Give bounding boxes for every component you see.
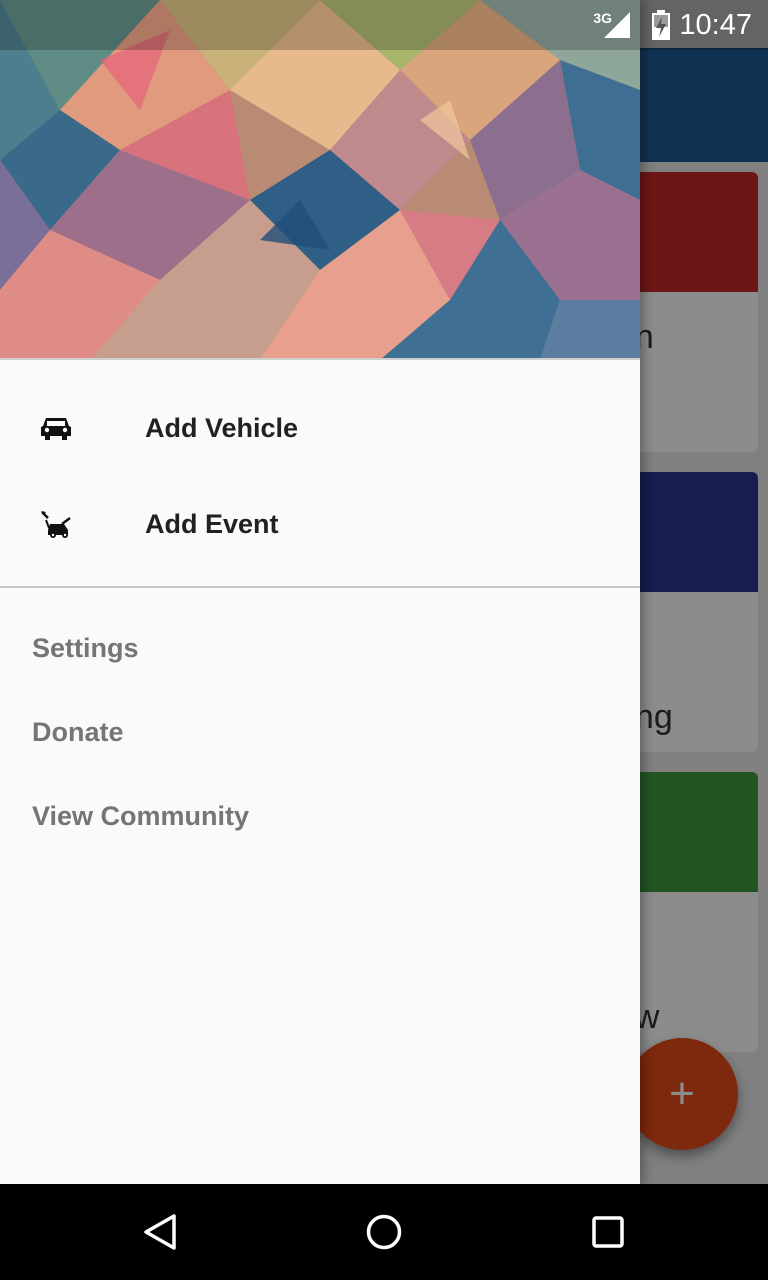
car-icon [40, 412, 72, 444]
cell-signal-icon [604, 12, 630, 43]
drawer-item-label: Add Vehicle [145, 412, 299, 443]
drawer-item-add-vehicle[interactable]: Add Vehicle [0, 380, 640, 476]
drawer-item-view-community[interactable]: View Community [0, 774, 640, 858]
drawer-item-label: Donate [32, 716, 124, 747]
recents-square-icon[interactable] [588, 1212, 628, 1252]
drawer-item-donate[interactable]: Donate [0, 690, 640, 774]
drawer-divider [0, 586, 640, 588]
battery-charging-icon [652, 10, 670, 45]
drawer-item-label: View Community [32, 800, 250, 831]
drawer-item-label: Add Event [145, 508, 279, 539]
status-bar: 3G 10:47 [0, 0, 768, 50]
drawer-item-label: Settings [32, 632, 139, 663]
drawer-item-add-event[interactable]: Add Event [0, 476, 640, 572]
polygon-abstract-header-image [0, 0, 640, 358]
car-repair-icon [40, 508, 72, 540]
drawer-item-settings[interactable]: Settings [0, 606, 640, 690]
system-nav-bar [0, 1184, 768, 1280]
navigation-drawer: Add Vehicle Add Event Settings Donate Vi… [0, 0, 640, 1184]
back-triangle-icon[interactable] [140, 1212, 180, 1252]
clock: 10:47 [679, 9, 752, 41]
drawer-header-image [0, 0, 640, 360]
home-circle-icon[interactable] [364, 1212, 404, 1252]
